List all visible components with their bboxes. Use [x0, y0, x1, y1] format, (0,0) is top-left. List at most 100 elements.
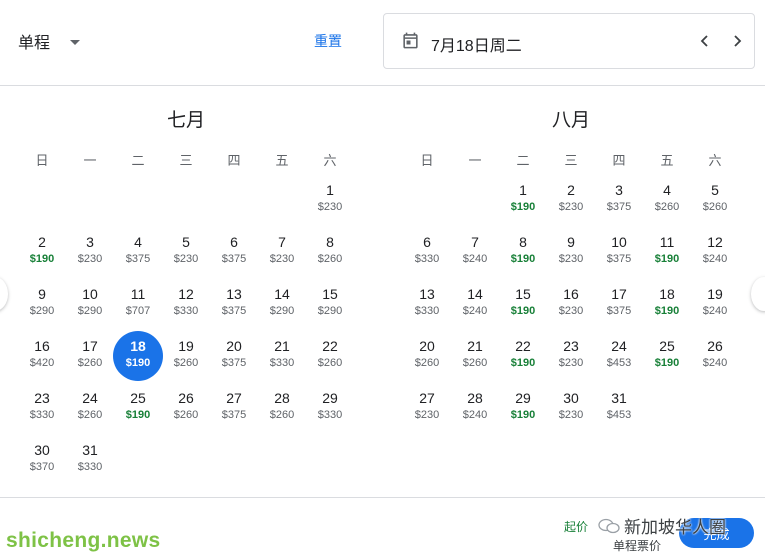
- day-cell[interactable]: 10 $290: [66, 278, 114, 330]
- scroll-right-button[interactable]: [751, 277, 765, 311]
- day-price: $190: [510, 201, 536, 213]
- day-cell[interactable]: 6 $330: [403, 226, 451, 278]
- day-cell[interactable]: 27 $230: [403, 382, 451, 434]
- day-cell[interactable]: 5 $230: [162, 226, 210, 278]
- day-cell[interactable]: 20 $260: [403, 330, 451, 382]
- day-cell[interactable]: 3 $230: [66, 226, 114, 278]
- day-cell[interactable]: 28 $260: [258, 382, 306, 434]
- day-number: 16: [34, 338, 50, 354]
- day-number: 31: [611, 390, 627, 406]
- day-cell[interactable]: 4 $260: [643, 174, 691, 226]
- day-cell[interactable]: 7 $240: [451, 226, 499, 278]
- day-cell[interactable]: 20 $375: [210, 330, 258, 382]
- day-cell-selected[interactable]: 18 $190: [113, 330, 163, 382]
- day-cell[interactable]: 30 $230: [547, 382, 595, 434]
- day-cell[interactable]: 10 $375: [595, 226, 643, 278]
- wechat-logo-icon: [598, 518, 620, 533]
- trip-type-dropdown[interactable]: 单程: [18, 28, 81, 54]
- day-cell[interactable]: 14 $290: [258, 278, 306, 330]
- day-cell[interactable]: 11 $190: [643, 226, 691, 278]
- day-cell[interactable]: 29 $190: [499, 382, 547, 434]
- day-number: 16: [563, 286, 579, 302]
- day-cell[interactable]: 31 $453: [595, 382, 643, 434]
- day-number: 6: [423, 234, 431, 250]
- day-cell[interactable]: 13 $330: [403, 278, 451, 330]
- day-cell[interactable]: 5 $260: [691, 174, 739, 226]
- day-price: $240: [462, 409, 488, 421]
- day-cell[interactable]: 1 $230: [306, 174, 354, 226]
- day-cell[interactable]: 31 $330: [66, 434, 114, 486]
- day-cell[interactable]: 29 $330: [306, 382, 354, 434]
- day-cell[interactable]: 30 $370: [18, 434, 66, 486]
- day-cell[interactable]: 7 $230: [258, 226, 306, 278]
- day-price: $260: [77, 409, 103, 421]
- day-cell[interactable]: 4 $375: [114, 226, 162, 278]
- day-cell[interactable]: 17 $375: [595, 278, 643, 330]
- day-cell[interactable]: 2 $230: [547, 174, 595, 226]
- day-cell[interactable]: 9 $290: [18, 278, 66, 330]
- day-cell[interactable]: 8 $260: [306, 226, 354, 278]
- departure-date-field[interactable]: 7月18日周二: [383, 13, 755, 69]
- day-number: 7: [278, 234, 286, 250]
- weekday-label: 六: [323, 153, 337, 168]
- day-cell[interactable]: 8 $190: [499, 226, 547, 278]
- day-cell[interactable]: 22 $190: [499, 330, 547, 382]
- day-cell[interactable]: 27 $375: [210, 382, 258, 434]
- day-cell[interactable]: 11 $707: [114, 278, 162, 330]
- day-number: 11: [130, 286, 146, 302]
- day-cell[interactable]: 1 $190: [499, 174, 547, 226]
- day-cell[interactable]: 26 $240: [691, 330, 739, 382]
- day-cell[interactable]: 16 $420: [18, 330, 66, 382]
- scroll-left-button[interactable]: [0, 277, 8, 311]
- day-cell[interactable]: 15 $290: [306, 278, 354, 330]
- empty-day-cell: [162, 174, 210, 226]
- day-price: $230: [173, 253, 199, 265]
- day-price: $240: [462, 305, 488, 317]
- chevron-right-icon: [734, 35, 742, 47]
- day-cell[interactable]: 19 $260: [162, 330, 210, 382]
- day-cell[interactable]: 2 $190: [18, 226, 66, 278]
- day-cell[interactable]: 14 $240: [451, 278, 499, 330]
- day-cell[interactable]: 23 $230: [547, 330, 595, 382]
- day-cell[interactable]: 25 $190: [643, 330, 691, 382]
- day-number: 2: [38, 234, 46, 250]
- day-cell[interactable]: 9 $230: [547, 226, 595, 278]
- weekday-header: 日 一 二 三 四 五 六: [18, 150, 354, 172]
- day-cell[interactable]: 28 $240: [451, 382, 499, 434]
- day-cell[interactable]: 26 $260: [162, 382, 210, 434]
- day-cell[interactable]: 21 $330: [258, 330, 306, 382]
- day-cell[interactable]: 3 $375: [595, 174, 643, 226]
- day-cell[interactable]: 6 $375: [210, 226, 258, 278]
- day-price: $375: [221, 253, 247, 265]
- day-cell[interactable]: 18 $190: [643, 278, 691, 330]
- previous-date-button[interactable]: [692, 28, 718, 54]
- day-cell[interactable]: 22 $260: [306, 330, 354, 382]
- day-cell[interactable]: 17 $260: [66, 330, 114, 382]
- day-price: $330: [414, 305, 440, 317]
- day-cell[interactable]: 25 $190: [114, 382, 162, 434]
- day-cell[interactable]: 21 $260: [451, 330, 499, 382]
- date-picker-footer: 起价 单程票价 完成 新加坡华人圈 shicheng.news: [0, 497, 765, 559]
- day-number: 7: [471, 234, 479, 250]
- from-price-label: 起价: [564, 520, 589, 534]
- day-cell[interactable]: 15 $190: [499, 278, 547, 330]
- next-date-button[interactable]: [724, 28, 750, 54]
- date-picker-header: 单程 重置 7月18日周二: [0, 0, 765, 86]
- day-cell[interactable]: 19 $240: [691, 278, 739, 330]
- day-cell[interactable]: 12 $330: [162, 278, 210, 330]
- reset-button[interactable]: 重置: [314, 31, 342, 51]
- day-cell[interactable]: 24 $453: [595, 330, 643, 382]
- day-price: $260: [317, 357, 343, 369]
- day-cell[interactable]: 23 $330: [18, 382, 66, 434]
- day-cell[interactable]: 16 $230: [547, 278, 595, 330]
- day-number: 5: [182, 234, 190, 250]
- day-number: 2: [567, 182, 575, 198]
- day-cell[interactable]: 13 $375: [210, 278, 258, 330]
- day-cell[interactable]: 24 $260: [66, 382, 114, 434]
- day-number: 17: [82, 338, 98, 354]
- day-price: $290: [317, 305, 343, 317]
- day-number: 21: [467, 338, 483, 354]
- weekday-label: 二: [131, 153, 145, 168]
- day-cell[interactable]: 12 $240: [691, 226, 739, 278]
- day-price: $230: [77, 253, 103, 265]
